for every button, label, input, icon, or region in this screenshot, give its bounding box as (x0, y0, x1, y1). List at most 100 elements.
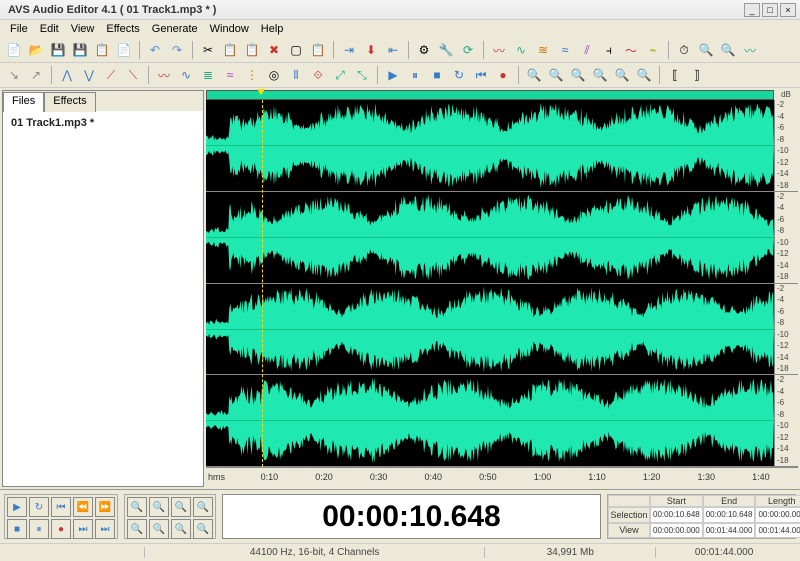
redo-button[interactable]: ↷ (167, 40, 187, 60)
fx4-button[interactable]: ≈ (555, 40, 575, 60)
env1-button[interactable]: ↘ (4, 65, 24, 85)
zoom-g8[interactable]: 🔍 (193, 519, 213, 539)
overview-bar[interactable] (206, 90, 774, 100)
crop-button[interactable]: ▢ (286, 40, 306, 60)
transport-rec[interactable]: ● (51, 519, 71, 539)
save-copy-button[interactable]: 📋 (92, 40, 112, 60)
transport-end[interactable]: ⏭ (95, 519, 115, 539)
waveform-2[interactable] (206, 192, 774, 283)
view-end[interactable]: 00:01:44.000 (703, 523, 756, 539)
tb-prev-button[interactable]: ⏮ (471, 65, 491, 85)
nr10-button[interactable]: ⤡ (352, 65, 372, 85)
nr1-button[interactable]: 〰 (154, 65, 174, 85)
transport-pause[interactable]: ⏸ (29, 519, 49, 539)
view-start[interactable]: 00:00:00.000 (650, 523, 703, 539)
transport-prev[interactable]: ⏮ (51, 497, 71, 517)
save-sel-button[interactable]: 📄 (114, 40, 134, 60)
tb-stop-button[interactable]: ■ (427, 65, 447, 85)
nr8-button[interactable]: ⟐ (308, 65, 328, 85)
timeline[interactable]: hms 0:100:200:300:400:501:001:101:201:30… (206, 467, 798, 487)
zoom-g1[interactable]: 🔍 (127, 497, 147, 517)
zoom-g6[interactable]: 🔍 (149, 519, 169, 539)
undo-button[interactable]: ↶ (145, 40, 165, 60)
zoomsel-button[interactable]: 🔍 (590, 65, 610, 85)
paste-ext-button[interactable]: 📋 (308, 40, 328, 60)
zoom1-button[interactable]: 🔍 (696, 40, 716, 60)
zoomb-button[interactable]: ⟦ (665, 65, 685, 85)
env3-button[interactable]: ⋀ (57, 65, 77, 85)
transport-next[interactable]: ⏭ (73, 519, 93, 539)
mix-end-button[interactable]: ⇤ (383, 40, 403, 60)
zoom-g7[interactable]: 🔍 (171, 519, 191, 539)
open-button[interactable]: 📂 (26, 40, 46, 60)
save-button[interactable]: 💾 (48, 40, 68, 60)
transport-loop[interactable]: ↻ (29, 497, 49, 517)
env5-button[interactable]: ⟋ (101, 65, 121, 85)
file-item[interactable]: 01 Track1.mp3 * (7, 115, 199, 131)
fx1-button[interactable]: 〰 (489, 40, 509, 60)
nr5-button[interactable]: ⋮ (242, 65, 262, 85)
zoom-g4[interactable]: 🔍 (193, 497, 213, 517)
zoom-g5[interactable]: 🔍 (127, 519, 147, 539)
menu-edit[interactable]: Edit (34, 23, 65, 35)
sel-start[interactable]: 00:00:10.648 (650, 507, 703, 523)
zoomc-button[interactable]: ⟧ (687, 65, 707, 85)
save-all-button[interactable]: 💾 (70, 40, 90, 60)
new-button[interactable]: 📄 (4, 40, 24, 60)
fx7-button[interactable]: ⌁ (643, 40, 663, 60)
zoomv-button[interactable]: 🔍 (612, 65, 632, 85)
zoom2-button[interactable]: 🔍 (718, 40, 738, 60)
waveform-3[interactable] (206, 284, 774, 375)
menu-generate[interactable]: Generate (146, 23, 204, 35)
playhead-cursor[interactable] (262, 100, 263, 467)
copy-button[interactable]: 📋 (220, 40, 240, 60)
nr2-button[interactable]: ∿ (176, 65, 196, 85)
env2-button[interactable]: ↗ (26, 65, 46, 85)
tb-rec-button[interactable]: ● (493, 65, 513, 85)
nr7-button[interactable]: ⫴ (286, 65, 306, 85)
transport-rew[interactable]: ⏪ (73, 497, 93, 517)
maximize-button[interactable]: □ (762, 3, 778, 17)
mix-cursor-button[interactable]: ⬇ (361, 40, 381, 60)
mix-head-button[interactable]: ⇥ (339, 40, 359, 60)
env4-button[interactable]: ⋁ (79, 65, 99, 85)
eq-button[interactable]: ⫞ (599, 40, 619, 60)
minimize-button[interactable]: _ (744, 3, 760, 17)
zoom-g3[interactable]: 🔍 (171, 497, 191, 517)
file-list[interactable]: 01 Track1.mp3 * (3, 111, 203, 486)
delete-button[interactable]: ✖ (264, 40, 284, 60)
cut-button[interactable]: ✂ (198, 40, 218, 60)
tab-effects[interactable]: Effects (44, 92, 95, 112)
dsp2-button[interactable]: 🔧 (436, 40, 456, 60)
nr9-button[interactable]: ⤢ (330, 65, 350, 85)
zoomout-button[interactable]: 🔍 (546, 65, 566, 85)
fx3-button[interactable]: ≋ (533, 40, 553, 60)
menu-file[interactable]: File (4, 23, 34, 35)
fx6-button[interactable]: 〜 (621, 40, 641, 60)
paste-button[interactable]: 📋 (242, 40, 262, 60)
nr3-button[interactable]: ≣ (198, 65, 218, 85)
tb-loop-button[interactable]: ↻ (449, 65, 469, 85)
sel-end[interactable]: 00:00:10.648 (703, 507, 756, 523)
nr4-button[interactable]: ≈ (220, 65, 240, 85)
tab-files[interactable]: Files (3, 92, 44, 112)
fx5-button[interactable]: ⫽ (577, 40, 597, 60)
zoomfit-button[interactable]: 🔍 (568, 65, 588, 85)
time-button[interactable]: ⏱ (674, 40, 694, 60)
transport-stop[interactable]: ■ (7, 519, 27, 539)
transport-play[interactable]: ▶ (7, 497, 27, 517)
transport-fwd[interactable]: ⏩ (95, 497, 115, 517)
zoom3-button[interactable]: 〰 (740, 40, 760, 60)
menu-window[interactable]: Window (204, 23, 255, 35)
convert-button[interactable]: ⟳ (458, 40, 478, 60)
menu-help[interactable]: Help (255, 23, 290, 35)
menu-effects[interactable]: Effects (100, 23, 145, 35)
zoomin-button[interactable]: 🔍 (524, 65, 544, 85)
waveform-1[interactable] (206, 100, 774, 191)
env6-button[interactable]: ⟍ (123, 65, 143, 85)
tb-pause-button[interactable]: ⏸ (405, 65, 425, 85)
sel-length[interactable]: 00:00:00.000 (755, 507, 800, 523)
overview-marker[interactable] (257, 89, 265, 95)
zooma-button[interactable]: 🔍 (634, 65, 654, 85)
waveform-4[interactable] (206, 375, 774, 466)
